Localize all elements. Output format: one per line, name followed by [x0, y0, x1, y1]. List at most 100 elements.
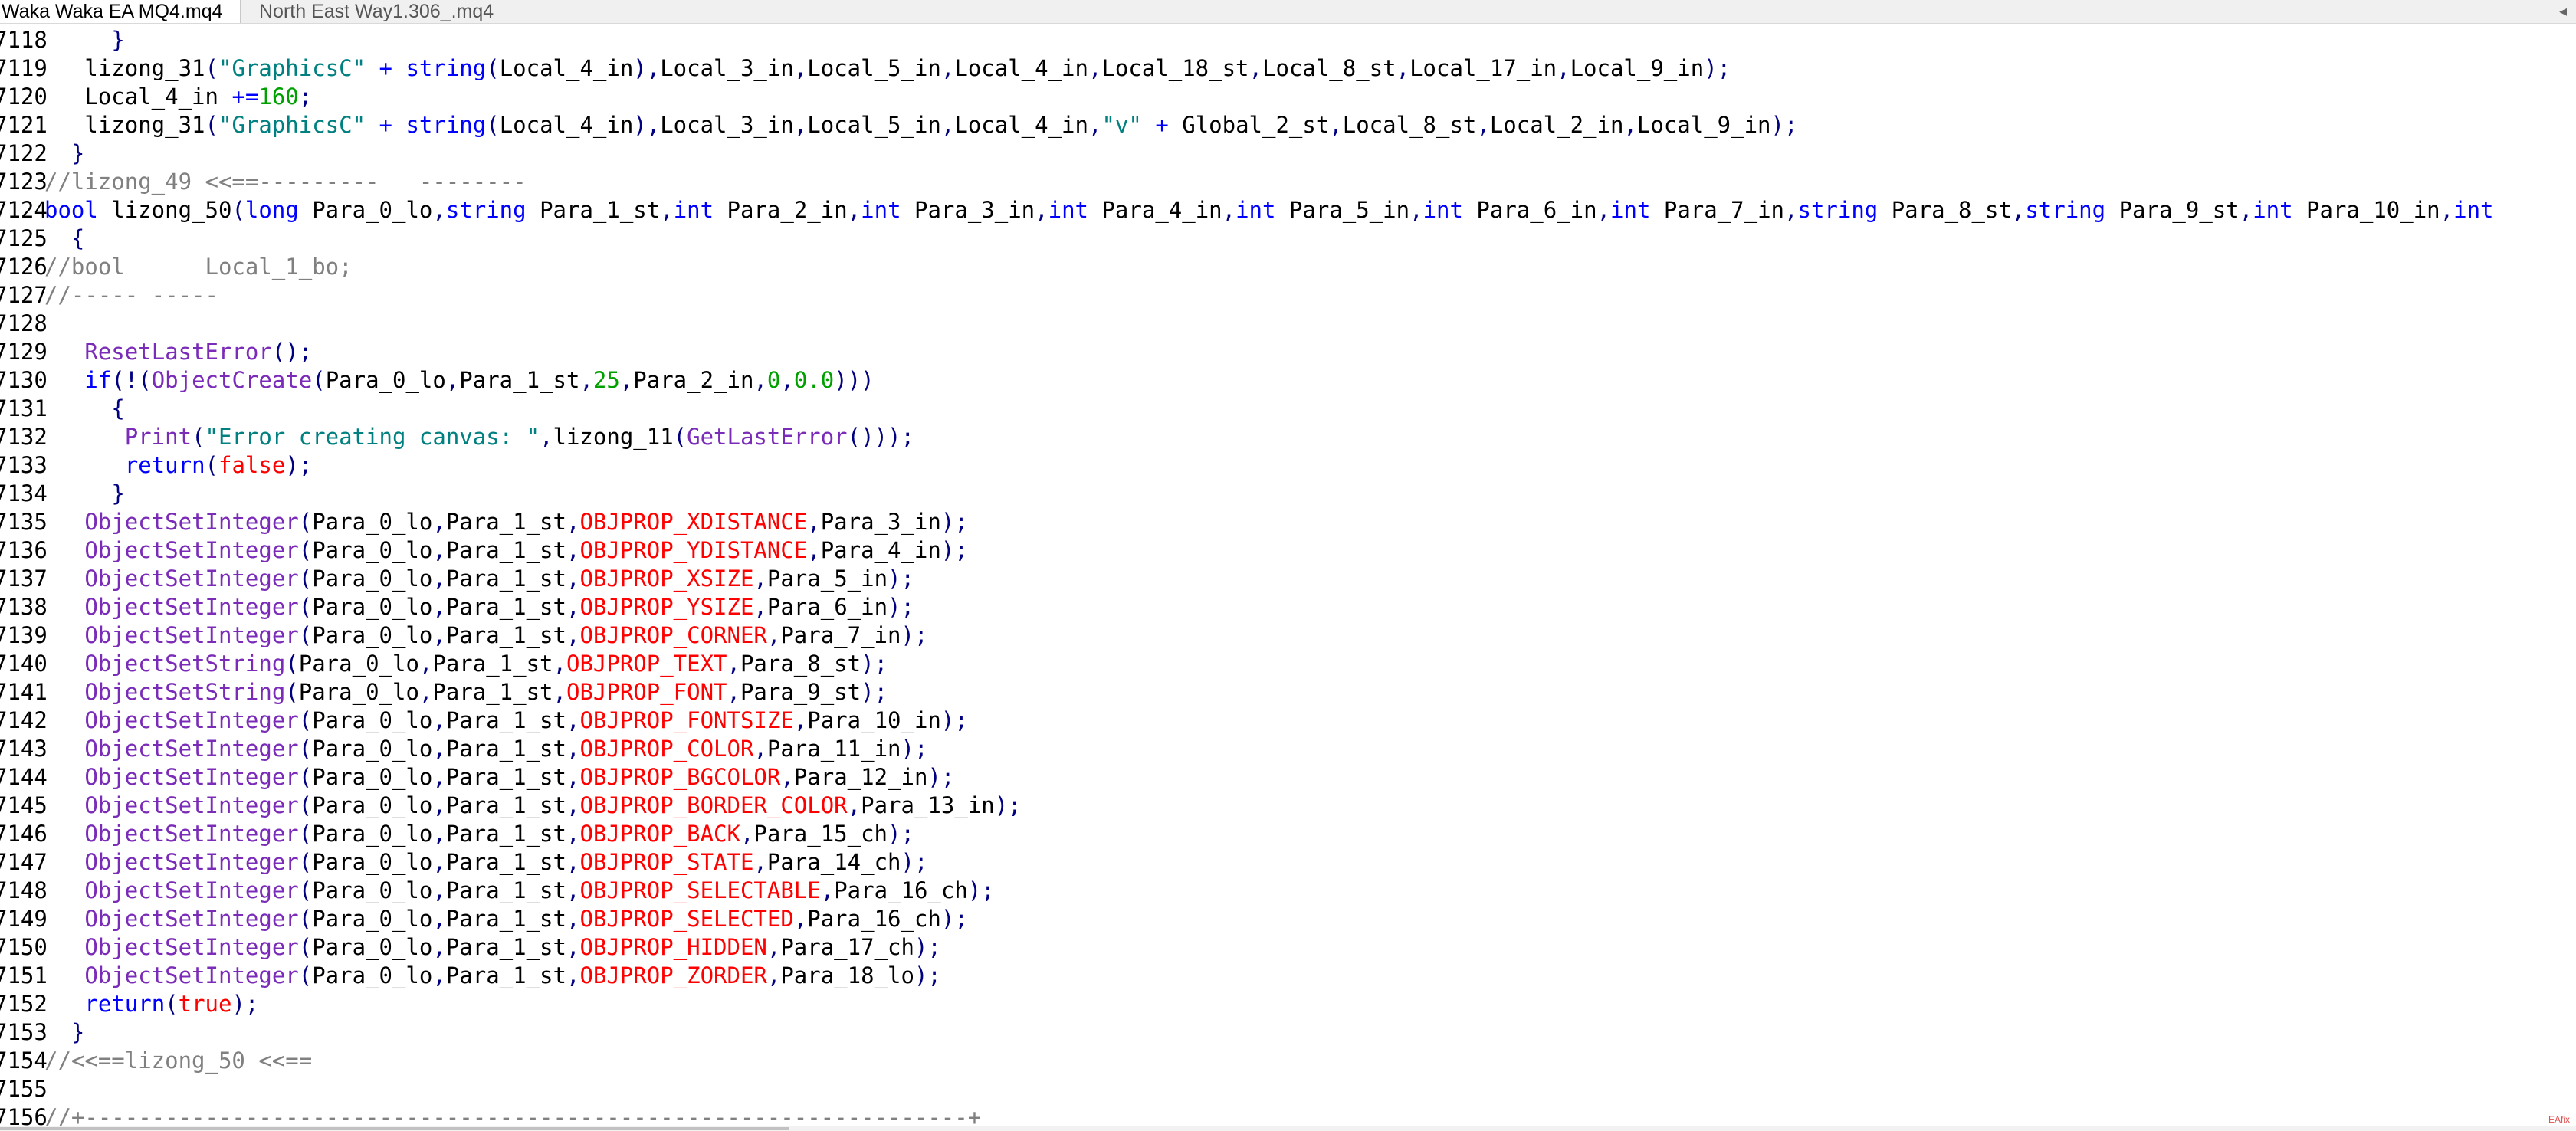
- code-line[interactable]: 7144 ObjectSetInteger(Para_0_lo,Para_1_s…: [0, 763, 954, 792]
- code-token: ,: [553, 651, 566, 677]
- code-line[interactable]: 7140 ObjectSetString(Para_0_lo,Para_1_st…: [0, 650, 888, 678]
- code-token: string: [1797, 197, 1879, 223]
- line-number: 7125: [0, 225, 48, 251]
- code-line[interactable]: 7136 ObjectSetInteger(Para_0_lo,Para_1_s…: [0, 536, 968, 565]
- code-line[interactable]: 7147 ObjectSetInteger(Para_0_lo,Para_1_s…: [0, 848, 927, 877]
- code-token: string: [405, 55, 487, 81]
- code-token: OBJPROP_BACK: [579, 821, 740, 847]
- horizontal-scrollbar[interactable]: [0, 1126, 2576, 1131]
- code-line[interactable]: 7154//<<==lizong_50 <<==: [0, 1047, 312, 1075]
- code-token: ,: [940, 55, 955, 81]
- code-token: Local_17_in: [1409, 55, 1557, 81]
- code-line[interactable]: 7131 {: [0, 395, 125, 423]
- code-token: ,: [566, 849, 580, 875]
- code-token: ObjectSetInteger: [84, 792, 299, 818]
- code-token: ,: [1088, 55, 1102, 81]
- code-token: Para_4_in: [820, 537, 941, 563]
- code-line[interactable]: 7156//+---------------------------------…: [0, 1103, 981, 1126]
- code-token: ,: [807, 509, 821, 535]
- code-line[interactable]: 7151 ObjectSetInteger(Para_0_lo,Para_1_s…: [0, 962, 941, 990]
- code-token: }: [111, 27, 125, 53]
- code-token: Para_8_st: [740, 651, 861, 677]
- code-line[interactable]: 7127//----- -----: [0, 281, 218, 310]
- code-line[interactable]: 7148 ObjectSetInteger(Para_0_lo,Para_1_s…: [0, 877, 995, 905]
- code-line[interactable]: 7132 Print("Error creating canvas: ",liz…: [0, 423, 914, 451]
- code-line[interactable]: 7139 ObjectSetInteger(Para_0_lo,Para_1_s…: [0, 621, 927, 650]
- code-token: {: [111, 395, 125, 421]
- code-token: Para_1_st: [432, 679, 553, 705]
- code-token: Para_0_lo: [312, 821, 433, 847]
- code-line[interactable]: 7135 ObjectSetInteger(Para_0_lo,Para_1_s…: [0, 508, 968, 536]
- code-line[interactable]: 7121 lizong_31("GraphicsC" + string(Loca…: [0, 111, 1797, 139]
- code-line[interactable]: 7142 ObjectSetInteger(Para_0_lo,Para_1_s…: [0, 706, 968, 735]
- code-line[interactable]: 7119 lizong_31("GraphicsC" + string(Loca…: [0, 54, 1731, 83]
- code-line[interactable]: 7118 }: [0, 26, 125, 54]
- code-token: Local_4_in: [499, 112, 634, 138]
- code-token: );: [888, 594, 914, 620]
- code-token: Para_17_ch: [780, 934, 914, 960]
- code-token: Para_3_in: [820, 509, 941, 535]
- code-token: Para_12_in: [793, 764, 928, 790]
- code-token: Local_8_st: [1342, 112, 1477, 138]
- code-line[interactable]: 7155: [0, 1075, 48, 1103]
- horizontal-scrollbar-thumb[interactable]: [0, 1127, 789, 1130]
- code-line[interactable]: 7134 }: [0, 480, 125, 508]
- code-token: ,: [553, 679, 566, 705]
- code-line[interactable]: 7130 if(!(ObjectCreate(Para_0_lo,Para_1_…: [0, 366, 875, 395]
- code-token: OBJPROP_ZORDER: [579, 962, 767, 988]
- code-token: ObjectSetInteger: [84, 906, 299, 932]
- code-token: ObjectSetInteger: [84, 537, 299, 563]
- code-token: Para_1_st: [445, 821, 566, 847]
- code-line[interactable]: 7124bool lizong_50(long Para_0_lo,string…: [0, 196, 2494, 225]
- code-line[interactable]: 7120 Local_4_in +=160;: [0, 83, 312, 111]
- code-line[interactable]: 7146 ObjectSetInteger(Para_0_lo,Para_1_s…: [0, 820, 914, 848]
- code-token: ObjectSetInteger: [84, 877, 299, 903]
- code-token: );: [940, 906, 968, 932]
- code-line[interactable]: 7126//bool Local_1_bo;: [0, 253, 353, 281]
- code-line[interactable]: 7137 ObjectSetInteger(Para_0_lo,Para_1_s…: [0, 565, 914, 593]
- code-line[interactable]: 7141 ObjectSetString(Para_0_lo,Para_1_st…: [0, 678, 888, 706]
- code-token: Para_7_in: [780, 622, 901, 648]
- tab-waka-waka-ea[interactable]: Waka Waka EA MQ4.mq4: [0, 0, 241, 23]
- code-line[interactable]: 7143 ObjectSetInteger(Para_0_lo,Para_1_s…: [0, 735, 927, 763]
- code-token: }: [71, 1019, 85, 1045]
- code-line[interactable]: 7152 return(true);: [0, 990, 258, 1018]
- code-line[interactable]: 7128: [0, 310, 48, 338]
- code-token: Para_0_lo: [325, 367, 446, 393]
- code-token: Para_1_st: [459, 367, 580, 393]
- code-line[interactable]: 7138 ObjectSetInteger(Para_0_lo,Para_1_s…: [0, 593, 914, 621]
- code-editor[interactable]: 7118 } 7119 lizong_31("GraphicsC" + strin…: [0, 23, 2576, 1126]
- code-token: ,: [432, 566, 446, 592]
- code-line[interactable]: 7150 ObjectSetInteger(Para_0_lo,Para_1_s…: [0, 933, 941, 962]
- code-line[interactable]: 7149 ObjectSetInteger(Para_0_lo,Para_1_s…: [0, 905, 968, 933]
- code-token: Para_1_st: [445, 622, 566, 648]
- tab-north-east-way[interactable]: North East Way1.306_.mq4: [245, 0, 521, 23]
- code-token: ,: [619, 367, 634, 393]
- code-line[interactable]: 7125 {: [0, 225, 84, 253]
- code-token: (: [298, 792, 313, 818]
- code-token: ()));: [847, 424, 914, 450]
- code-token: Local_9_in: [1636, 112, 1771, 138]
- code-token: ,: [432, 594, 446, 620]
- code-line[interactable]: 7123//lizong_49 <<==--------- --------: [0, 168, 527, 196]
- scroll-tabs-left-icon[interactable]: ◂: [2559, 0, 2567, 23]
- code-token: ,: [432, 792, 446, 818]
- code-token: ,: [1329, 112, 1343, 138]
- code-line[interactable]: 7133 return(false);: [0, 451, 312, 480]
- code-line[interactable]: 7129 ResetLastError();: [0, 338, 312, 366]
- code-token: (: [205, 112, 218, 138]
- line-number: 7147: [0, 849, 48, 875]
- code-token: (: [486, 112, 500, 138]
- code-line[interactable]: 7145 ObjectSetInteger(Para_0_lo,Para_1_s…: [0, 792, 1022, 820]
- code-token: Para_1_st: [445, 566, 566, 592]
- code-token: long: [244, 197, 299, 223]
- code-token: ObjectCreate: [151, 367, 313, 393]
- line-number: 7145: [0, 792, 48, 818]
- code-line[interactable]: 7122 }: [0, 139, 84, 168]
- code-line[interactable]: 7153 }: [0, 1018, 84, 1047]
